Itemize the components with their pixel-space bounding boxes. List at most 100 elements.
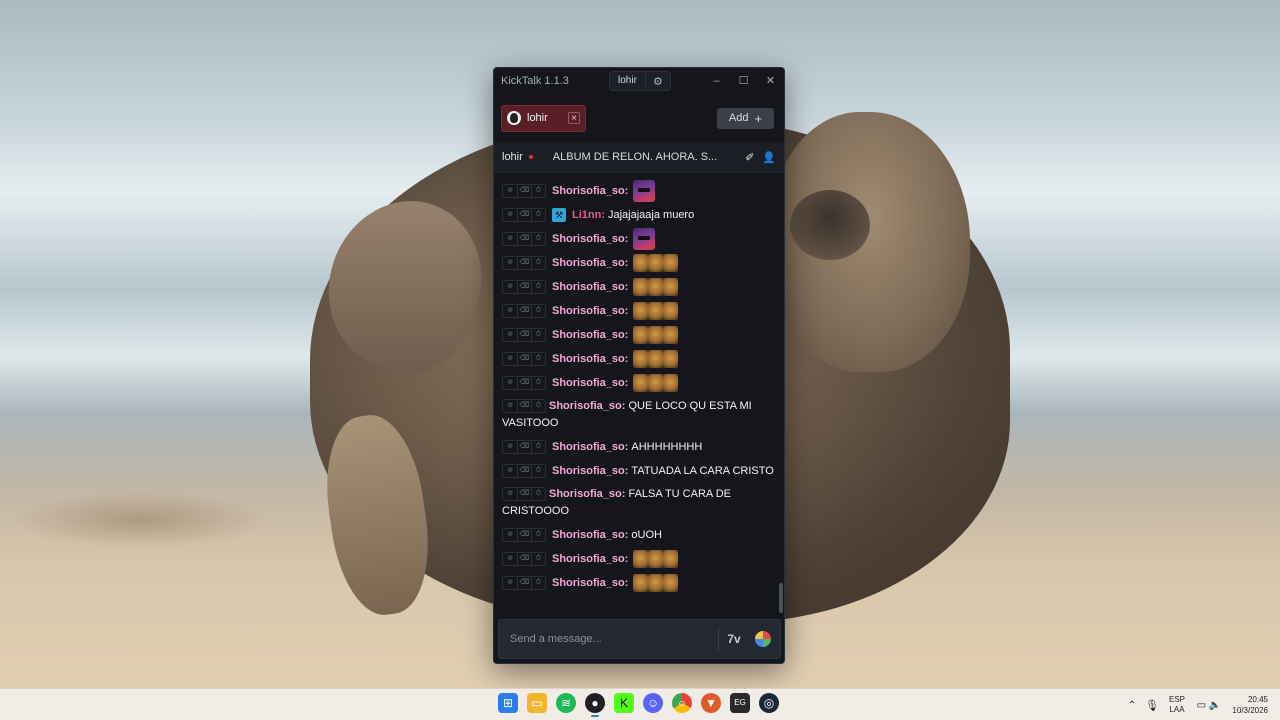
steam-icon[interactable]: ◎ (759, 693, 779, 713)
delete-icon[interactable]: ⌫ (517, 553, 531, 565)
ban-icon[interactable]: ⊘ (503, 488, 517, 500)
maximize-button[interactable]: ☐ (730, 68, 757, 94)
users-icon[interactable]: 👤 (762, 151, 776, 164)
delete-icon[interactable]: ⌫ (517, 441, 531, 453)
message-username[interactable]: Shorisofia_so: (552, 439, 628, 455)
ban-icon[interactable]: ⊘ (503, 377, 517, 389)
account-name[interactable]: lohir (610, 72, 646, 90)
close-tab-icon[interactable]: × (568, 112, 580, 124)
obs-icon[interactable]: ● (585, 693, 605, 717)
windows-start-icon[interactable]: ⊞ (498, 693, 518, 713)
delete-icon[interactable]: ⌫ (517, 400, 531, 413)
chat-messages[interactable]: ⊘ ⌫ ⏱ Shorisofia_so: ⊘ ⌫ ⏱ ⚒ Li1nn: Jajajajaaja … (494, 176, 784, 616)
mod-actions[interactable]: ⊘ ⌫ ⏱ (502, 528, 546, 542)
delete-icon[interactable]: ⌫ (517, 377, 531, 389)
delete-icon[interactable]: ⌫ (517, 185, 531, 197)
network-volume-icon[interactable]: ▭ 🔈 (1192, 700, 1226, 711)
mod-actions[interactable]: ⊘ ⌫ ⏱ (502, 352, 546, 366)
chrome-icon[interactable]: ○ (672, 693, 692, 713)
timeout-icon[interactable]: ⏱ (531, 329, 545, 341)
mod-actions[interactable]: ⊘ ⌫ ⏱ (502, 256, 546, 270)
7tv-emotes-button[interactable]: 7v (719, 632, 749, 646)
emote-image[interactable] (633, 374, 649, 392)
microphone-icon[interactable]: 🎙 (1142, 699, 1162, 712)
timeout-icon[interactable]: ⏱ (531, 577, 545, 589)
ban-icon[interactable]: ⊘ (503, 185, 517, 197)
emote-image[interactable] (633, 302, 649, 320)
emote-image[interactable] (648, 574, 664, 592)
emote-image[interactable] (633, 180, 656, 202)
delete-icon[interactable]: ⌫ (517, 233, 531, 245)
delete-icon[interactable]: ⌫ (517, 329, 531, 341)
timeout-icon[interactable]: ⏱ (531, 257, 545, 269)
ban-icon[interactable]: ⊘ (503, 529, 517, 541)
emote-image[interactable] (633, 550, 649, 568)
delete-icon[interactable]: ⌫ (517, 281, 531, 293)
timeout-icon[interactable]: ⏱ (531, 209, 545, 221)
delete-icon[interactable]: ⌫ (517, 209, 531, 221)
emote-image[interactable] (633, 278, 649, 296)
epic-games-icon[interactable]: EG (730, 693, 750, 713)
account-switcher[interactable]: lohir ⚙ (609, 71, 671, 91)
emote-image[interactable] (663, 302, 679, 320)
file-explorer-icon[interactable]: ▭ (527, 693, 547, 713)
mod-actions[interactable]: ⊘ ⌫ ⏱ (502, 208, 546, 222)
timeout-icon[interactable]: ⏱ (531, 400, 545, 413)
emote-image[interactable] (648, 278, 664, 296)
ban-icon[interactable]: ⊘ (503, 353, 517, 365)
message-username[interactable]: Shorisofia_so: (549, 400, 625, 412)
message-username[interactable]: Shorisofia_so: (552, 375, 628, 391)
mod-actions[interactable]: ⊘ ⌫ ⏱ (502, 399, 546, 414)
message-username[interactable]: Shorisofia_so: (552, 327, 628, 343)
emote-image[interactable] (648, 550, 664, 568)
minimize-button[interactable]: – (703, 68, 730, 94)
ban-icon[interactable]: ⊘ (503, 257, 517, 269)
mod-actions[interactable]: ⊘ ⌫ ⏱ (502, 280, 546, 294)
close-button[interactable]: ✕ (757, 68, 784, 94)
discord-icon[interactable]: ☺ (643, 693, 663, 713)
timeout-icon[interactable]: ⏱ (531, 465, 545, 477)
timeout-icon[interactable]: ⏱ (531, 553, 545, 565)
delete-icon[interactable]: ⌫ (517, 305, 531, 317)
mod-actions[interactable]: ⊘ ⌫ ⏱ (502, 552, 546, 566)
emote-image[interactable] (663, 374, 679, 392)
message-username[interactable]: Shorisofia_so: (552, 279, 628, 295)
emote-image[interactable] (633, 574, 649, 592)
tab-lohir[interactable]: lohir × (501, 104, 586, 132)
delete-icon[interactable]: ⌫ (517, 488, 531, 501)
clock[interactable]: 20:45 10/3/2026 (1226, 694, 1280, 716)
timeout-icon[interactable]: ⏱ (531, 305, 545, 317)
emote-image[interactable] (663, 550, 679, 568)
emote-image[interactable] (648, 350, 664, 368)
delete-icon[interactable]: ⌫ (517, 257, 531, 269)
timeout-icon[interactable]: ⏱ (531, 281, 545, 293)
channel-name[interactable]: lohir (502, 151, 523, 163)
emote-image[interactable] (648, 326, 664, 344)
ban-icon[interactable]: ⊘ (503, 209, 517, 221)
message-username[interactable]: Shorisofia_so: (552, 183, 628, 199)
mod-actions[interactable]: ⊘ ⌫ ⏱ (502, 464, 546, 478)
message-username[interactable]: Shorisofia_so: (552, 255, 628, 271)
brave-icon[interactable]: ▼ (701, 693, 721, 713)
message-username[interactable]: Shorisofia_so: (552, 231, 628, 247)
ban-icon[interactable]: ⊘ (503, 465, 517, 477)
mod-actions[interactable]: ⊘ ⌫ ⏱ (502, 440, 546, 454)
ban-icon[interactable]: ⊘ (503, 441, 517, 453)
emote-image[interactable] (633, 228, 656, 250)
mod-actions[interactable]: ⊘ ⌫ ⏱ (502, 304, 546, 318)
message-username[interactable]: Shorisofia_so: (549, 488, 625, 500)
timeout-icon[interactable]: ⏱ (531, 377, 545, 389)
emote-picker-icon[interactable] (755, 631, 771, 647)
title-bar[interactable]: KickTalk 1.1.3 lohir ⚙ – ☐ ✕ (494, 68, 784, 94)
message-username[interactable]: Shorisofia_so: (552, 551, 628, 567)
emote-image[interactable] (663, 326, 679, 344)
message-username[interactable]: Shorisofia_so: (552, 351, 628, 367)
message-username[interactable]: Shorisofia_so: (552, 303, 628, 319)
mod-actions[interactable]: ⊘ ⌫ ⏱ (502, 232, 546, 246)
chevron-up-icon[interactable]: ⌃ (1122, 700, 1142, 711)
timeout-icon[interactable]: ⏱ (531, 233, 545, 245)
message-username[interactable]: Shorisofia_so: (552, 575, 628, 591)
emote-image[interactable] (663, 350, 679, 368)
message-input[interactable] (499, 620, 718, 658)
timeout-icon[interactable]: ⏱ (531, 441, 545, 453)
